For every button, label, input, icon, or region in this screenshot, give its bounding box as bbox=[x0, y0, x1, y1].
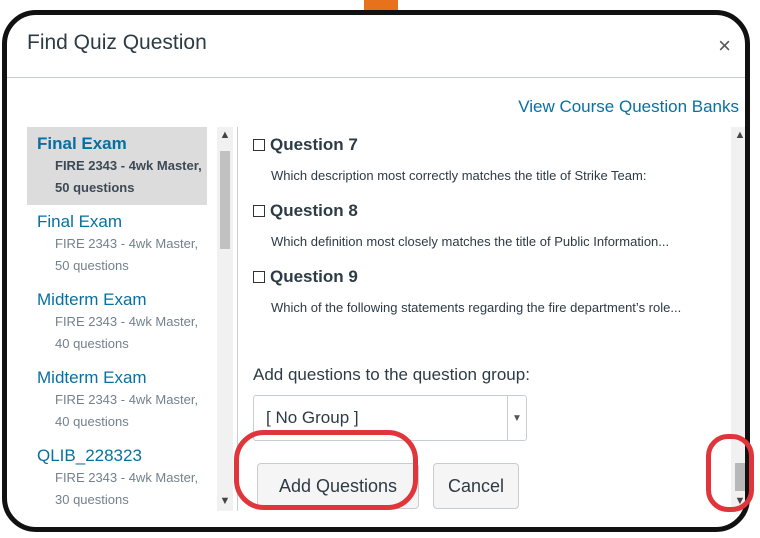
bank-count: 30 questions bbox=[55, 492, 129, 507]
scroll-up-icon[interactable]: ▲ bbox=[732, 129, 745, 141]
bank-item[interactable]: Final Exam FIRE 2343 - 4wk Master, 50 qu… bbox=[27, 127, 207, 205]
bank-name: Midterm Exam bbox=[37, 290, 147, 309]
bank-item[interactable]: Midterm Exam FIRE 2343 - 4wk Master, 40 … bbox=[27, 361, 207, 439]
question-pane: Question 7 Which description most correc… bbox=[247, 127, 717, 511]
bank-course: FIRE 2343 - 4wk Master, bbox=[55, 158, 202, 173]
bank-course: FIRE 2343 - 4wk Master, bbox=[55, 314, 199, 329]
question-item: Question 9 Which of the following statem… bbox=[253, 267, 711, 319]
find-quiz-question-dialog: Find Quiz Question × View Course Questio… bbox=[2, 10, 750, 532]
question-item: Question 7 Which description most correc… bbox=[253, 135, 711, 187]
question-text: Which definition most closely matches th… bbox=[271, 234, 670, 249]
question-pane-scrollbar[interactable]: ▲ ▼ bbox=[731, 127, 745, 511]
add-questions-button[interactable]: Add Questions bbox=[257, 463, 419, 509]
question-item: Question 8 Which definition most closely… bbox=[253, 201, 711, 253]
scroll-thumb[interactable] bbox=[735, 463, 745, 491]
bank-course: FIRE 2343 - 4wk Master, bbox=[55, 392, 199, 407]
question-group-label: Add questions to the question group: bbox=[253, 365, 530, 384]
close-icon[interactable]: × bbox=[718, 33, 731, 59]
question-group-selected: [ No Group ] bbox=[266, 408, 359, 427]
scroll-thumb[interactable] bbox=[220, 151, 230, 249]
cancel-button[interactable]: Cancel bbox=[433, 463, 519, 509]
bank-name: Final Exam bbox=[37, 212, 123, 231]
question-bank-list: Final Exam FIRE 2343 - 4wk Master, 50 qu… bbox=[27, 127, 238, 511]
bank-course: FIRE 2343 - 4wk Master, bbox=[55, 236, 199, 251]
question-title: Question 8 bbox=[270, 201, 358, 220]
bank-name: Midterm Exam bbox=[37, 368, 147, 387]
view-course-question-banks-link[interactable]: View Course Question Banks bbox=[518, 97, 739, 117]
scroll-down-icon[interactable]: ▼ bbox=[217, 495, 233, 507]
question-checkbox[interactable] bbox=[253, 271, 265, 283]
question-checkbox[interactable] bbox=[253, 139, 265, 151]
scroll-up-icon[interactable]: ▲ bbox=[217, 129, 233, 141]
bank-list-scrollbar[interactable]: ▲ ▼ bbox=[217, 127, 233, 511]
bank-name: QLIB_228323 bbox=[37, 446, 142, 465]
bank-name: Final Exam bbox=[37, 134, 127, 153]
question-group-select[interactable]: [ No Group ] ▼ bbox=[253, 395, 527, 441]
question-text: Which of the following statements regard… bbox=[271, 300, 682, 315]
question-title: Question 7 bbox=[270, 135, 358, 154]
bank-item[interactable]: Midterm Exam FIRE 2343 - 4wk Master, 40 … bbox=[27, 283, 207, 361]
bank-course: FIRE 2343 - 4wk Master, bbox=[55, 470, 199, 485]
dialog-header: Find Quiz Question × bbox=[7, 15, 745, 78]
chevron-down-icon: ▼ bbox=[507, 396, 526, 440]
question-checkbox[interactable] bbox=[253, 205, 265, 217]
scroll-down-icon[interactable]: ▼ bbox=[732, 495, 745, 507]
bank-count: 50 questions bbox=[55, 180, 135, 195]
bank-count: 40 questions bbox=[55, 414, 129, 429]
bank-item[interactable]: Final Exam FIRE 2343 - 4wk Master, 50 qu… bbox=[27, 205, 207, 283]
dialog-title: Find Quiz Question bbox=[27, 31, 207, 54]
question-title: Question 9 bbox=[270, 267, 358, 286]
bank-item[interactable]: QLIB_228323 FIRE 2343 - 4wk Master, 30 q… bbox=[27, 439, 207, 511]
question-text: Which description most correctly matches… bbox=[271, 168, 647, 183]
bank-count: 40 questions bbox=[55, 336, 129, 351]
bank-count: 50 questions bbox=[55, 258, 129, 273]
